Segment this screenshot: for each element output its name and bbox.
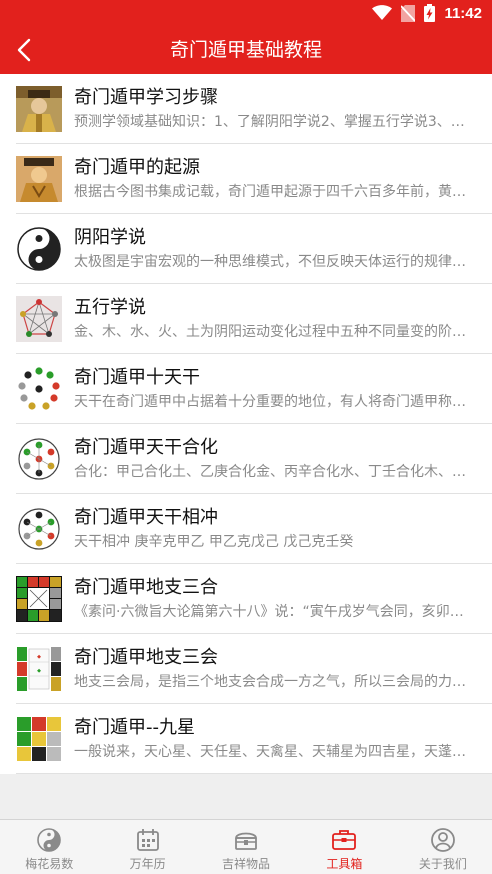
nine-stars-grid-thumbnail [16, 716, 62, 762]
stems-combination-thumbnail [16, 436, 62, 482]
list-item[interactable]: 奇门遁甲十天干 天干在奇门遁甲中占据着十分重要的地位，有人将奇门遁甲称为天干之学 [0, 354, 492, 424]
tab-toolbox[interactable]: 工具箱 [295, 820, 393, 874]
item-description: 一般说来，天心星、天任星、天禽星、天辅星为四吉星，天蓬星、天芮星 [74, 744, 468, 760]
svg-text:◆: ◆ [37, 668, 41, 674]
yin-yang-icon [37, 828, 62, 852]
toolbox-icon [332, 830, 357, 850]
list-item[interactable]: 五行学说 金、木、水、火、土为阴阳运动变化过程中五种不同量变的阶段和状态 [0, 284, 492, 354]
branches-board-thumbnail: ◆ ◆ [16, 646, 62, 692]
tab-label: 梅花易数 [25, 857, 74, 871]
item-description: 合化：甲己合化土、乙庚合化金、丙辛合化水、丁壬合化木、戊癸合化火 [74, 464, 468, 480]
bottom-tab-bar: 梅花易数 万年历 吉祥物品 工具箱 关于我们 [0, 819, 492, 874]
user-icon [430, 828, 455, 852]
tab-label: 工具箱 [326, 857, 363, 871]
item-title: 奇门遁甲学习步骤 [74, 87, 218, 108]
stems-clash-thumbnail [16, 506, 62, 552]
item-title: 奇门遁甲天干相冲 [74, 507, 218, 528]
emperor-portrait-thumbnail [16, 86, 62, 132]
treasure-chest-icon [235, 832, 257, 850]
yin-yang-thumbnail [16, 226, 62, 272]
list-item[interactable]: 奇门遁甲天干相冲 天干相冲 庚辛克甲乙 甲乙克戊己 戊己克壬癸 [0, 494, 492, 564]
list-item[interactable]: 奇门遁甲的起源 根据古今图书集成记载，奇门遁甲起源于四千六百多年前，黄帝大战蚩尤 [0, 144, 492, 214]
stems-circle-thumbnail [16, 366, 62, 412]
tab-about-us[interactable]: 关于我们 [394, 820, 492, 874]
item-title: 阴阳学说 [74, 227, 146, 248]
tab-label: 万年历 [129, 857, 166, 871]
item-description: 天干在奇门遁甲中占据着十分重要的地位，有人将奇门遁甲称为天干之学 [74, 394, 468, 410]
wifi-icon [372, 5, 393, 20]
emperor-portrait-thumbnail [16, 156, 62, 202]
branches-grid-thumbnail [16, 576, 62, 622]
status-icons: 11:42 [372, 3, 482, 23]
tab-wannianli[interactable]: 万年历 [98, 820, 196, 874]
item-description: 《素问·六微旨大论篇第六十八》说：“寅午戌岁气会同，亥卯未岁气会同” [74, 604, 468, 620]
list-item[interactable]: 阴阳学说 太极图是宇宙宏观的一种思维模式，不但反映天体运行的规律，也反映万物 [0, 214, 492, 284]
lesson-list: 奇门遁甲学习步骤 预测学领域基础知识：1、了解阴阳学说2、掌握五行学说3、熟悉干… [0, 74, 492, 774]
page-title: 奇门遁甲基础教程 [169, 39, 322, 61]
svg-text:◆: ◆ [37, 654, 41, 660]
item-title: 奇门遁甲的起源 [74, 157, 200, 178]
app-bar: 奇门遁甲基础教程 [0, 26, 492, 74]
divider [16, 773, 492, 774]
item-title: 奇门遁甲天干合化 [74, 437, 218, 458]
item-description: 天干相冲 庚辛克甲乙 甲乙克戊己 戊己克壬癸 [74, 534, 354, 550]
list-item[interactable]: 奇门遁甲学习步骤 预测学领域基础知识：1、了解阴阳学说2、掌握五行学说3、熟悉干… [0, 74, 492, 144]
tab-label: 关于我们 [418, 857, 467, 871]
status-bar: 11:42 [0, 0, 492, 26]
list-item[interactable]: 奇门遁甲--九星 一般说来，天心星、天任星、天禽星、天辅星为四吉星，天蓬星、天芮… [0, 704, 492, 774]
battery-charging-icon [424, 4, 436, 22]
item-description: 根据古今图书集成记载，奇门遁甲起源于四千六百多年前，黄帝大战蚩尤 [74, 184, 468, 200]
list-item[interactable]: 奇门遁甲天干合化 合化：甲己合化土、乙庚合化金、丙辛合化水、丁壬合化木、戊癸合化… [0, 424, 492, 494]
item-description: 预测学领域基础知识：1、了解阴阳学说2、掌握五行学说3、熟悉干支 [74, 114, 468, 130]
item-title: 奇门遁甲地支三会 [74, 647, 218, 668]
item-title: 奇门遁甲十天干 [74, 367, 200, 388]
tab-label: 吉祥物品 [222, 857, 271, 871]
item-title: 五行学说 [74, 297, 146, 318]
item-title: 奇门遁甲--九星 [74, 717, 195, 738]
status-time: 11:42 [444, 4, 482, 22]
list-item[interactable]: 奇门遁甲地支三合 《素问·六微旨大论篇第六十八》说：“寅午戌岁气会同，亥卯未岁气… [0, 564, 492, 634]
item-title: 奇门遁甲地支三合 [74, 577, 218, 598]
tab-jixiang-wupin[interactable]: 吉祥物品 [197, 820, 295, 874]
no-sim-icon [401, 4, 416, 22]
tab-meihua-yishu[interactable]: 梅花易数 [0, 820, 98, 874]
item-description: 地支三会局，是指三个地支会合成一方之气，所以三会局的力量比三合局大 [74, 674, 468, 690]
calendar-icon [136, 829, 159, 851]
item-description: 太极图是宇宙宏观的一种思维模式，不但反映天体运行的规律，也反映万物 [74, 254, 468, 270]
list-item[interactable]: ◆ ◆ 奇门遁甲地支三会 地支三会局，是指三个地支会合成一方之气，所以三会局的力量… [0, 634, 492, 704]
item-description: 金、木、水、火、土为阴阳运动变化过程中五种不同量变的阶段和状态 [74, 324, 468, 340]
five-elements-thumbnail [16, 296, 62, 342]
